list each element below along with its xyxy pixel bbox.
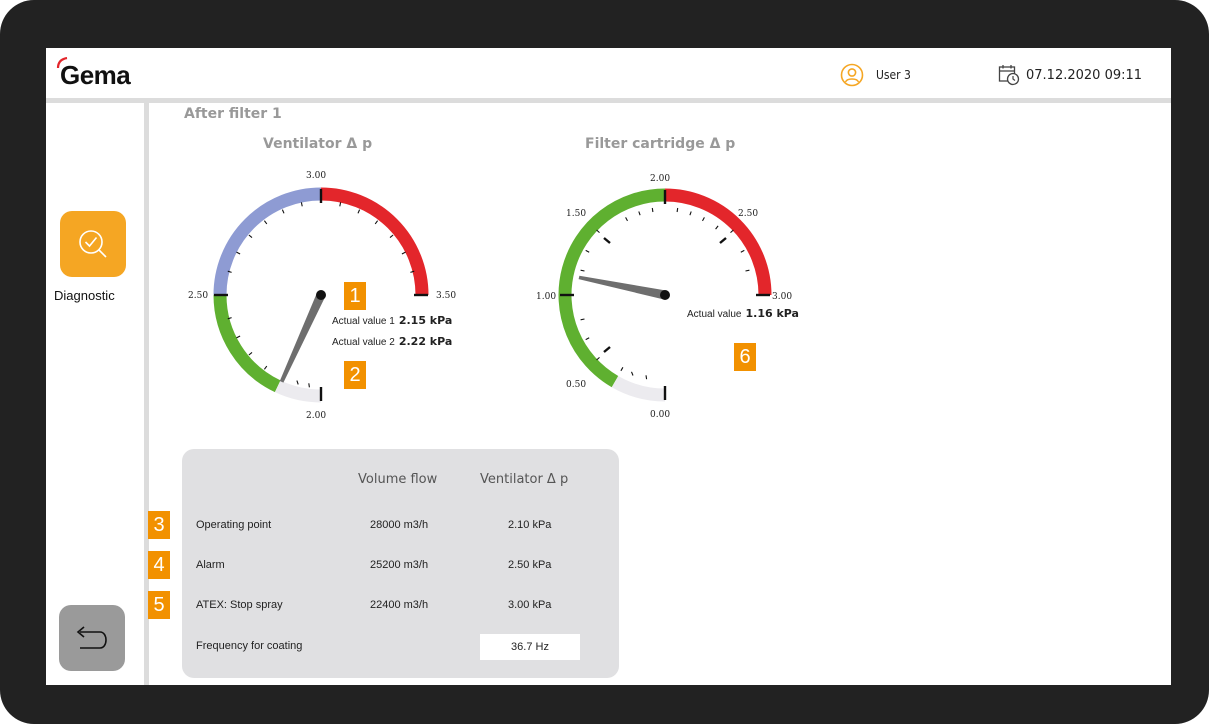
row-flow: 28000 m3/h xyxy=(370,519,429,531)
filter-needle-hub xyxy=(660,290,670,300)
ventilator-red-arc xyxy=(320,187,429,296)
row-label: ATEX: Stop spray xyxy=(196,599,283,611)
filter-tick-label: 0.00 xyxy=(650,410,670,420)
filter-tick-label: 1.50 xyxy=(566,209,586,219)
actual-value-2-reading: 2.22 kPa xyxy=(398,335,453,348)
row-dp: 2.10 kPa xyxy=(508,519,552,531)
filter-major-tick xyxy=(719,237,727,244)
ventilator-tick-label: 3.50 xyxy=(436,291,456,301)
frequency-label: Frequency for coating xyxy=(196,640,303,652)
actual-value-1: Actual value 1 2.15 kPa xyxy=(332,314,452,327)
callout-marker-3: 3 xyxy=(148,511,170,539)
actual-value-2: Actual value 2 2.22 kPa xyxy=(332,335,452,348)
ventilator-green-arc xyxy=(213,294,281,393)
filter-light-arc xyxy=(611,375,666,402)
row-dp: 3.00 kPa xyxy=(508,599,552,611)
filter-tick-label: 2.50 xyxy=(738,209,758,219)
actual-value-1-label: Actual value 1 xyxy=(332,316,395,327)
callout-marker-2: 2 xyxy=(344,361,366,389)
filter-major-tick xyxy=(603,237,611,244)
ventilator-gauge: 2.00 2.50 3.00 3.50 xyxy=(188,171,456,421)
callout-marker-1: 1 xyxy=(344,282,366,310)
ventilator-tick-label: 2.50 xyxy=(188,291,208,301)
filter-major-tick xyxy=(603,346,611,353)
column-header-ventilator-dp: Ventilator Δ p xyxy=(480,472,569,487)
callout-marker-5: 5 xyxy=(148,591,170,619)
filter-tick-label: 1.00 xyxy=(536,292,556,302)
operating-table: Volume flow Ventilator Δ p Operating poi… xyxy=(182,449,619,678)
screen: Gema User 3 07.12.2020 09:11 Diagnostic … xyxy=(46,48,1171,685)
ventilator-light-arc xyxy=(274,380,322,403)
filter-gauge: 0.00 0.50 1.00 1.50 2.00 2.50 3.00 xyxy=(536,174,792,420)
filter-actual-value-label: Actual value xyxy=(687,309,742,320)
row-flow: 25200 m3/h xyxy=(370,559,429,571)
ventilator-needle xyxy=(279,293,326,383)
callout-marker-6: 6 xyxy=(734,343,756,371)
frequency-value-field[interactable]: 36.7 Hz xyxy=(480,634,580,660)
row-flow: 22400 m3/h xyxy=(370,599,429,611)
filter-tick-label: 0.50 xyxy=(566,380,586,390)
ventilator-blue-arc xyxy=(213,187,322,296)
ventilator-needle-hub xyxy=(316,290,326,300)
actual-value-1-reading: 2.15 kPa xyxy=(398,314,453,327)
column-header-volume-flow: Volume flow xyxy=(358,472,438,487)
row-dp: 2.50 kPa xyxy=(508,559,552,571)
filter-tick-label: 2.00 xyxy=(650,174,670,184)
filter-actual-value: Actual value 1.16 kPa xyxy=(687,307,799,320)
filter-actual-value-reading: 1.16 kPa xyxy=(745,307,799,320)
row-label: Alarm xyxy=(196,559,225,571)
filter-tick-label: 3.00 xyxy=(772,292,792,302)
actual-value-2-label: Actual value 2 xyxy=(332,337,395,348)
filter-needle xyxy=(578,275,666,300)
callout-marker-4: 4 xyxy=(148,551,170,579)
ventilator-tick-label: 3.00 xyxy=(306,171,326,181)
ventilator-tick-label: 2.00 xyxy=(306,411,326,421)
row-label: Operating point xyxy=(196,519,272,531)
